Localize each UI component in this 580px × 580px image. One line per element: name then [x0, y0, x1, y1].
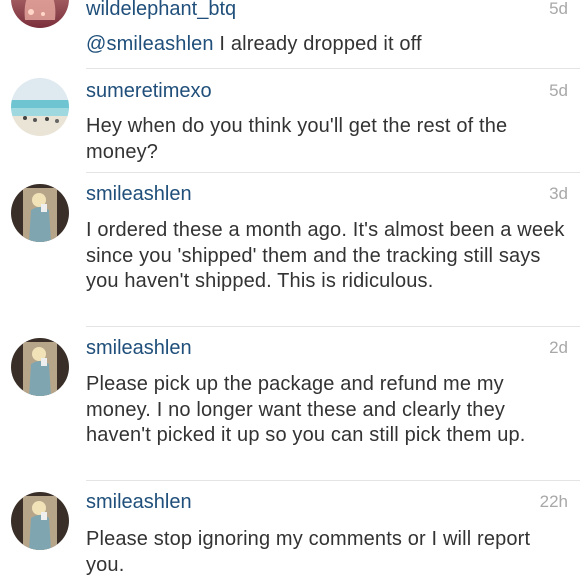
comment-timestamp: 2d — [549, 338, 568, 357]
comment-username[interactable]: sumeretimexo — [86, 79, 212, 103]
comment-text-body: I already dropped it off — [213, 33, 422, 55]
comment-username[interactable]: smileashlen — [86, 490, 192, 514]
mirror-selfie-icon[interactable] — [11, 338, 69, 396]
comment-item: smileashlen 2d Please pick up the packag… — [0, 326, 580, 480]
comment-username[interactable]: smileashlen — [86, 182, 192, 206]
comment-username[interactable]: smileashlen — [86, 336, 192, 360]
comment-timestamp: 5d — [549, 0, 568, 18]
beach-icon[interactable] — [11, 78, 69, 136]
bottle-icon[interactable] — [11, 0, 69, 28]
comment-text: Please stop ignoring my comments or I wi… — [86, 528, 531, 576]
comment-mention[interactable]: @smileashlen — [86, 33, 214, 55]
comment-text: @smileashlen I already dropped it off — [86, 32, 570, 58]
comments-feed: wildelephant_btq 5d @smileashlen I alrea… — [0, 0, 580, 580]
comment-username[interactable]: wildelephant_btq — [86, 0, 236, 21]
mirror-selfie-icon[interactable] — [11, 184, 69, 242]
comment-timestamp: 3d — [549, 184, 568, 203]
comment-text: Please pick up the package and refund me… — [86, 373, 526, 446]
comment-item: wildelephant_btq 5d @smileashlen I alrea… — [0, 0, 580, 68]
comment-item: smileashlen 22h Please stop ignoring my … — [0, 480, 580, 580]
comment-timestamp: 5d — [549, 81, 568, 100]
comment-item: sumeretimexo 5d Hey when do you think yo… — [0, 68, 580, 172]
comment-timestamp: 22h — [539, 492, 568, 511]
mirror-selfie-icon[interactable] — [11, 492, 69, 550]
comment-text: Hey when do you think you'll get the res… — [86, 115, 508, 163]
comment-text: I ordered these a month ago. It's almost… — [86, 219, 565, 292]
comment-item: smileashlen 3d I ordered these a month a… — [0, 172, 580, 326]
